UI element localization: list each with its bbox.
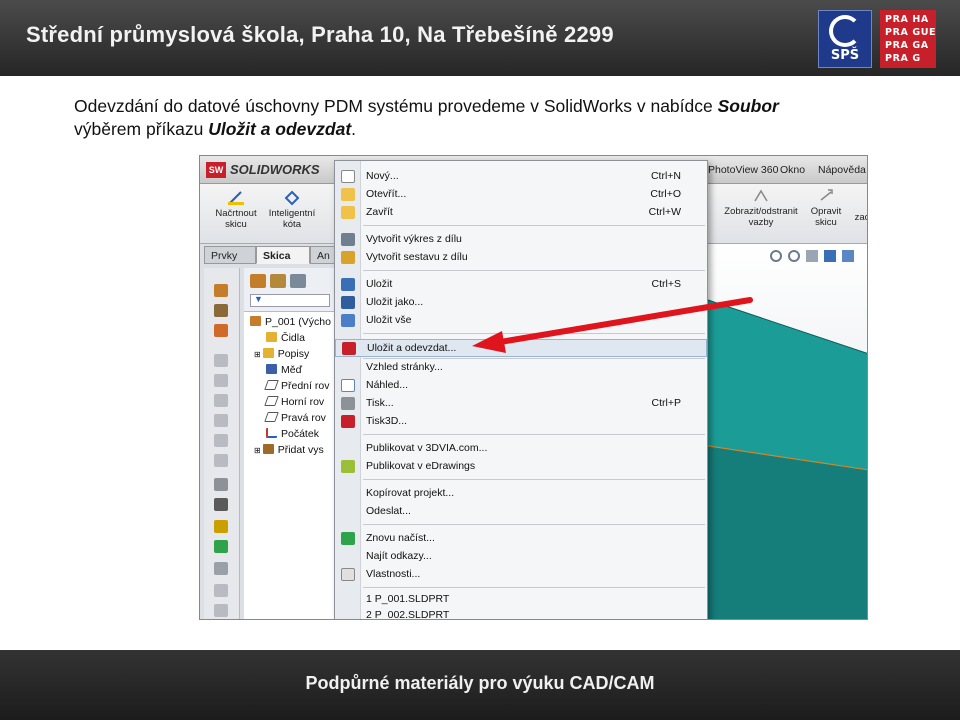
- footer-bar: Podpůrné materiály pro výuku CAD/CAM: [0, 650, 960, 720]
- instruction-line2-text: výběrem příkazu: [74, 119, 209, 139]
- prague-logo-line: PRA GA: [885, 40, 929, 51]
- instruction-line1-text: Odevzdání do datové úschovny PDM systému…: [74, 96, 718, 116]
- red-arrow-head: [472, 331, 506, 353]
- header-bar: Střední průmyslová škola, Praha 10, Na T…: [0, 0, 960, 76]
- instruction-line2-end: .: [351, 119, 357, 139]
- slide: Střední průmyslová škola, Praha 10, Na T…: [0, 0, 960, 720]
- dragon-logo-icon: [829, 15, 861, 47]
- menu-name-soubor: Soubor: [717, 96, 779, 116]
- solidworks-screenshot: SW SOLIDWORKS PhotoView 360 Okno Nápověd…: [199, 155, 868, 620]
- prague-logo: PRA HA PRA GUE PRA GA PRA G: [880, 10, 936, 68]
- header-title: Střední průmyslová škola, Praha 10, Na T…: [26, 22, 614, 47]
- command-name: Uložit a odevzdat: [208, 119, 352, 139]
- red-arrow-shaft: [497, 297, 753, 345]
- prague-logo-line: PRA G: [885, 53, 921, 64]
- prague-logo-line: PRA HA: [885, 14, 929, 25]
- annotation-arrow: [472, 297, 753, 353]
- prague-logo-line: PRA GUE: [885, 27, 937, 38]
- instruction-text: Odevzdání do datové úschovny PDM systému…: [74, 95, 874, 141]
- footer-text: Podpůrné materiály pro výuku CAD/CAM: [305, 673, 655, 693]
- sps-logo-text: SPŠ: [830, 48, 860, 63]
- sps-logo: SPŠ: [818, 10, 872, 68]
